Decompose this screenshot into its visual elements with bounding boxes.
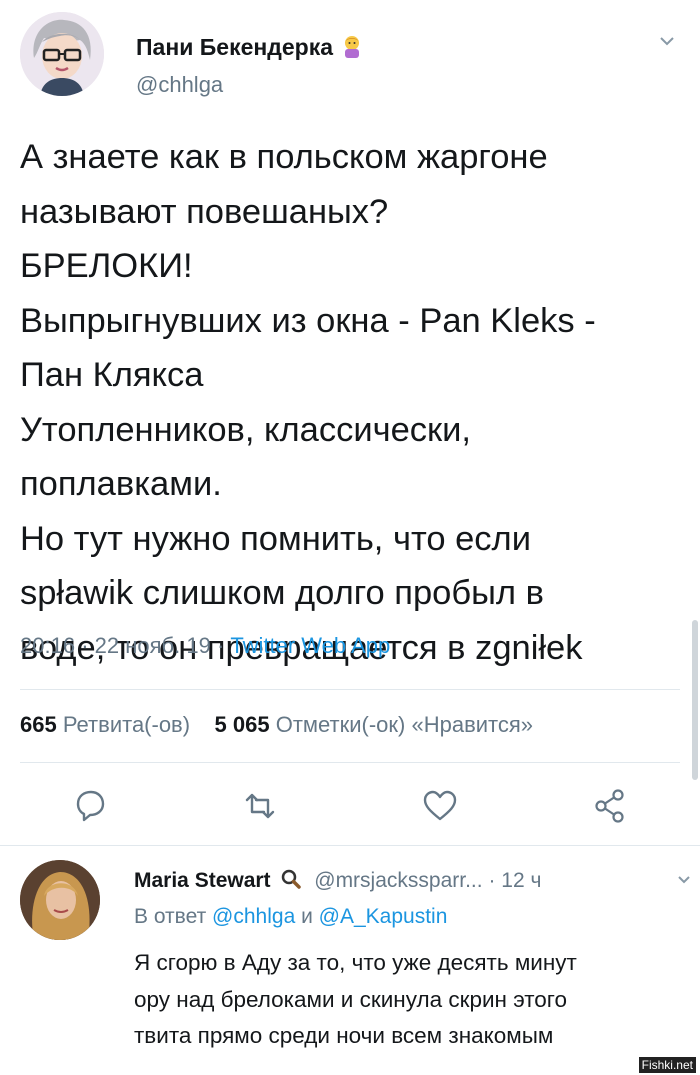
reply-author-handle[interactable]: @mrsjackssparr... bbox=[314, 869, 482, 892]
tweet-time[interactable]: 20:16 bbox=[20, 633, 75, 658]
tweet-line: Но тут нужно помнить, что если bbox=[20, 519, 531, 558]
reply-header: Maria Stewart @mrsjackssparr... · 12 ч bbox=[134, 868, 541, 896]
tweet-line: поплавками. bbox=[20, 465, 222, 503]
divider bbox=[20, 762, 680, 763]
tweet-source[interactable]: Twitter Web App bbox=[230, 633, 390, 658]
reply-author-name[interactable]: Maria Stewart bbox=[134, 869, 271, 892]
reply-time-separator: · bbox=[488, 869, 502, 892]
tweet-line: называют повешаных? bbox=[20, 192, 389, 231]
tweet-stats: 665 Ретвита(-ов) 5 065 Отметки(-ок) «Нра… bbox=[20, 712, 533, 738]
author-handle[interactable]: @chhlga bbox=[136, 72, 223, 98]
likes-stat[interactable]: 5 065 Отметки(-ок) «Нравится» bbox=[215, 712, 534, 737]
tweet-line: spławik слишком долго пробыл в bbox=[20, 574, 544, 612]
likes-label: Отметки(-ок) «Нравится» bbox=[275, 712, 534, 737]
tweet-line: Утопленников, классически, bbox=[20, 410, 471, 449]
reply-mention[interactable]: @chhlga bbox=[212, 905, 295, 928]
reply-author-avatar[interactable] bbox=[20, 860, 100, 940]
reply-mention[interactable]: @A_Kapustin bbox=[319, 905, 448, 928]
meta-separator: · bbox=[81, 633, 95, 658]
reply-to-prefix: В ответ bbox=[134, 905, 207, 928]
tweet-line: А знаете как в польском жаргоне bbox=[20, 138, 548, 176]
retweet-icon[interactable] bbox=[238, 784, 282, 828]
reply-to-line: В ответ @chhlga и @A_Kapustin bbox=[134, 905, 447, 929]
reply-line: ору над брелоками и скинула скрин этого bbox=[134, 986, 567, 1012]
tweet-line: Пан Клякса bbox=[20, 356, 204, 394]
retweets-count: 665 bbox=[20, 712, 57, 737]
share-icon[interactable] bbox=[588, 784, 632, 828]
reply-time[interactable]: 12 ч bbox=[501, 869, 541, 892]
author-avatar[interactable] bbox=[20, 12, 104, 96]
meta-separator: · bbox=[216, 633, 231, 658]
author-name-text: Пани Бекендерка bbox=[136, 34, 334, 60]
chevron-down-icon[interactable] bbox=[658, 32, 676, 50]
scrollbar[interactable] bbox=[692, 620, 698, 780]
section-separator bbox=[0, 845, 700, 846]
woman-raising-hand-emoji-icon bbox=[341, 34, 363, 64]
tweet-line: БРЕЛОКИ! bbox=[20, 247, 193, 285]
divider bbox=[20, 689, 680, 690]
reply-to-conjunction: и bbox=[301, 905, 313, 928]
retweets-stat[interactable]: 665 Ретвита(-ов) bbox=[20, 712, 190, 737]
reply-text: Я сгорю в Аду за то, что уже десять мину… bbox=[134, 945, 577, 1055]
watermark: Fishki.net bbox=[638, 1057, 696, 1073]
reply-line: твита прямо среди ночи всем знакомым bbox=[134, 1023, 554, 1048]
heart-icon[interactable] bbox=[418, 784, 462, 828]
chevron-down-icon[interactable] bbox=[676, 872, 692, 888]
likes-count: 5 065 bbox=[214, 712, 270, 737]
tweet-meta: 20:16 · 22 нояб. 19 · Twitter Web App bbox=[20, 633, 390, 659]
tweet-actions bbox=[0, 784, 700, 828]
tweet-text: А знаете как в польском жаргоне называют… bbox=[20, 130, 682, 675]
retweets-label: Ретвита(-ов) bbox=[62, 712, 191, 737]
reply-icon[interactable] bbox=[68, 784, 112, 828]
magnifier-icon bbox=[280, 868, 302, 896]
tweet-date[interactable]: 22 нояб. 19 bbox=[95, 633, 211, 658]
reply-line: Я сгорю в Аду за то, что уже десять мину… bbox=[134, 950, 577, 975]
tweet-line: Выпрыгнувших из окна - Pan Kleks - bbox=[20, 301, 596, 340]
author-name[interactable]: Пани Бекендерка bbox=[136, 34, 363, 64]
tweet-header: Пани Бекендерка @chhlga bbox=[20, 12, 680, 102]
